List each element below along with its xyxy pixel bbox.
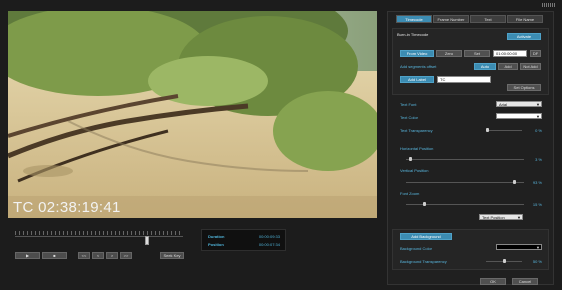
add-background-button[interactable]: Add Background — [400, 233, 452, 240]
text-position-select[interactable]: Text Position ▼ — [479, 214, 523, 220]
position-value: 00:00:07:34 — [258, 242, 280, 247]
offset-add-button[interactable]: Add — [498, 63, 518, 70]
vertical-position-label: Vertical Position — [400, 168, 429, 173]
background-transparency-thumb[interactable] — [502, 259, 506, 263]
text-transparency-thumb[interactable] — [486, 128, 489, 132]
step-forward-button[interactable]: > — [106, 252, 118, 259]
horizontal-position-label: Horizontal Position — [400, 146, 434, 151]
text-transparency-label: Text Transparency — [400, 128, 433, 133]
text-color-select[interactable]: ▼ — [496, 113, 542, 119]
timecode-overlay: TC 02:38:19:41 — [13, 199, 121, 216]
df-button[interactable]: DF — [530, 50, 541, 57]
vertical-position-value: 93 % — [532, 180, 542, 185]
stop-icon: ■ — [53, 253, 56, 258]
play-button[interactable]: ▶ — [15, 252, 40, 259]
video-preview — [8, 11, 377, 218]
background-color-select[interactable]: ▼ — [496, 244, 542, 250]
step-back-button[interactable]: < — [92, 252, 104, 259]
chevron-down-icon: ▼ — [536, 102, 540, 107]
font-zoom-thumb[interactable] — [423, 202, 427, 206]
timeline-ticks — [15, 231, 183, 235]
set-options-button[interactable]: Set Options — [507, 84, 541, 91]
rewind-button[interactable]: << — [78, 252, 90, 259]
horizontal-position-value: 3 % — [535, 157, 542, 162]
play-icon: ▶ — [25, 253, 30, 258]
horizontal-position-slider[interactable] — [406, 159, 524, 160]
text-transparency-value: 0 % — [535, 128, 542, 133]
tab-text[interactable]: Text — [470, 15, 506, 23]
text-position-value: Text Position — [482, 214, 505, 220]
zero-button[interactable]: Zero — [436, 50, 462, 57]
add-label-button[interactable]: Add Label — [400, 76, 434, 83]
tab-timecode[interactable]: Timecode — [396, 15, 432, 23]
from-video-button[interactable]: From Video — [400, 50, 434, 57]
info-panel: Duration 00:00:09:33 Position 00:00:07:3… — [201, 229, 286, 251]
tab-file-name[interactable]: File Name — [507, 15, 543, 23]
background-color-label: Background Color — [400, 246, 433, 251]
text-font-label: Text Font — [400, 102, 417, 107]
font-zoom-value: 15 % — [532, 202, 542, 207]
chevron-down-icon: ▼ — [517, 215, 521, 220]
position-label: Position — [208, 242, 224, 247]
vertical-position-thumb[interactable] — [512, 180, 516, 184]
duration-value: 00:00:09:33 — [258, 234, 280, 239]
activate-button[interactable]: Activate — [507, 33, 541, 40]
font-select-value: Arial — [499, 101, 508, 107]
timeline-slider[interactable] — [15, 236, 183, 240]
timeline-thumb[interactable] — [144, 236, 149, 245]
font-zoom-label: Font Zoom — [400, 191, 420, 196]
burn-in-title: Burn-in Timecode — [397, 32, 429, 37]
window-grip[interactable] — [542, 3, 556, 7]
set-button[interactable]: Set — [464, 50, 490, 57]
offset-label: Add segments offset — [400, 64, 437, 69]
text-color-label: Text Color — [400, 115, 419, 120]
tab-frame-number[interactable]: Frame Number — [433, 15, 469, 23]
duration-label: Duration — [208, 234, 225, 239]
cancel-button[interactable]: Cancel — [512, 278, 538, 285]
ok-button[interactable]: OK — [480, 278, 506, 285]
font-select[interactable]: Arial ▼ — [496, 101, 542, 107]
offset-auto-button[interactable]: Auto — [474, 63, 496, 70]
chevron-down-icon: ▼ — [536, 245, 540, 250]
stop-button[interactable]: ■ — [42, 252, 67, 259]
label-text-field[interactable]: TC — [437, 76, 491, 83]
background-transparency-label: Background Transparency — [400, 259, 447, 264]
background-transparency-value: 50 % — [532, 259, 542, 264]
fast-forward-button[interactable]: >> — [120, 252, 132, 259]
chevron-down-icon: ▼ — [536, 114, 540, 119]
offset-not-add-button[interactable]: Not Add — [520, 63, 541, 70]
vertical-position-slider[interactable] — [406, 182, 524, 183]
seek-key-button[interactable]: Seek Key — [160, 252, 184, 259]
text-transparency-slider[interactable] — [486, 130, 522, 131]
set-timecode-field[interactable]: 01:00:00:00 — [493, 50, 527, 57]
